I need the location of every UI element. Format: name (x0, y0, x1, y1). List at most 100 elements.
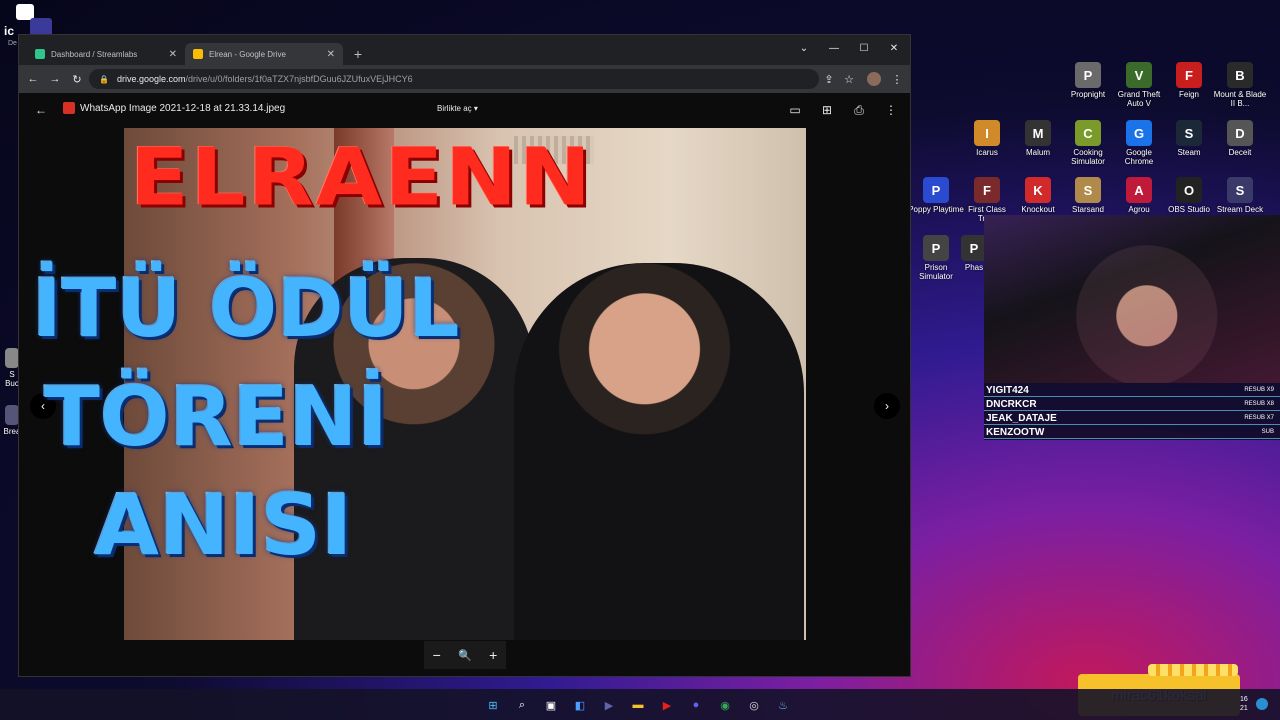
zoom-controls: − 🔍 + (424, 641, 506, 669)
subscriber-row: YIGIT424 RESUB X9 (984, 384, 1280, 397)
minimize-button[interactable]: — (819, 37, 849, 59)
thumbnail-line-3: TÖRENİ (44, 370, 388, 465)
add-comment-icon[interactable]: ⊞ (817, 100, 837, 120)
app-icon: S (1075, 177, 1101, 203)
app-icon: S (1227, 177, 1253, 203)
bookmark-star-icon[interactable]: ☆ (841, 71, 857, 87)
obs-icon[interactable]: ◎ (745, 696, 763, 714)
youtube-studio-icon[interactable]: ▶ (658, 696, 676, 714)
chrome-icon[interactable]: ◉ (716, 696, 734, 714)
desktop-icon[interactable]: P Propnight (1060, 62, 1116, 99)
app-icon (5, 405, 19, 425)
app-icon: F (1176, 62, 1202, 88)
subscriber-tier: SUB (1261, 429, 1274, 435)
desktop-icon[interactable]: A Agrou (1111, 177, 1167, 214)
tab-google-drive[interactable]: Elrean - Google Drive ✕ (185, 43, 343, 65)
subscriber-name: KENZOOTW (986, 426, 1045, 438)
desktop-icon-label: Knockout (1021, 205, 1055, 214)
lock-icon: 🔒 (99, 74, 109, 84)
desktop-icon[interactable]: F Feign (1161, 62, 1217, 99)
app-icon: V (1126, 62, 1152, 88)
steam-icon[interactable]: ♨ (774, 696, 792, 714)
desktop-icon[interactable]: V Grand Theft Auto V (1111, 62, 1167, 108)
corner-label: ic (4, 24, 15, 38)
file-explorer-icon[interactable]: ▬ (629, 696, 647, 714)
desktop-icon[interactable]: D Deceit (1212, 120, 1268, 157)
tab-close-icon[interactable]: ✕ (327, 49, 335, 60)
crown-decoration (1148, 664, 1238, 676)
browser-window[interactable]: Dashboard / Streamlabs ✕ Elrean - Google… (18, 34, 911, 677)
close-button[interactable]: ✕ (879, 37, 909, 59)
desktop-icon[interactable]: K Knockout (1010, 177, 1066, 214)
add-to-folder-icon[interactable]: ▭ (785, 100, 805, 120)
webcam-overlay (984, 215, 1280, 383)
viewer-toolbar: ← WhatsApp Image 2021-12-18 at 21.33.14.… (19, 93, 910, 127)
app-icon: F (974, 177, 1000, 203)
share-icon[interactable]: ⇪ (821, 71, 837, 87)
file-name: WhatsApp Image 2021-12-18 at 21.33.14.jp… (80, 103, 286, 114)
thumbnail-line-4: ANISI (94, 476, 353, 574)
desktop-icon[interactable]: I Icarus (959, 120, 1015, 157)
tab-bar: Dashboard / Streamlabs ✕ Elrean - Google… (19, 35, 910, 65)
app-icon: I (974, 120, 1000, 146)
clock[interactable]: 16 21 (1240, 695, 1248, 713)
zoom-in-button[interactable]: + (489, 647, 497, 663)
desktop-icon-label: Stream Deck (1216, 205, 1264, 214)
tab-close-icon[interactable]: ✕ (169, 49, 177, 60)
desktop-icon[interactable]: M Malum (1010, 120, 1066, 157)
open-with-button[interactable]: Birlikte aç ▾ (437, 104, 478, 113)
app-icon: P (1075, 62, 1101, 88)
streamlabs-favicon (35, 49, 45, 59)
desktop-icon[interactable]: S Starsand (1060, 177, 1116, 214)
desktop-icon[interactable]: O OBS Studio (1161, 177, 1217, 214)
desktop-icon[interactable]: S Stream Deck (1212, 177, 1268, 214)
task-view-icon[interactable]: ▣ (542, 696, 560, 714)
subscriber-row: JEAK_DATAJE RESUB X7 (984, 412, 1280, 425)
app-icon: M (1025, 120, 1051, 146)
photo-person-right (514, 263, 804, 640)
widgets-icon[interactable]: ◧ (571, 696, 589, 714)
tab-label: Dashboard / Streamlabs (51, 49, 138, 59)
desktop-icon-label: Cooking Simulator (1071, 148, 1105, 166)
tab-search-icon[interactable]: ⌄ (789, 37, 819, 59)
url-input[interactable]: 🔒 drive.google.com /drive/u/0/folders/1f… (89, 69, 819, 89)
app-icon: K (1025, 177, 1051, 203)
desktop-icon-label: Malum (1025, 148, 1050, 157)
desktop-icon[interactable]: P Poppy Playtime (908, 177, 964, 214)
desktop-icon[interactable]: G Google Chrome (1111, 120, 1167, 166)
desktop-icon-label: Propnight (1070, 90, 1106, 99)
desktop-icon-label: Starsand (1071, 205, 1105, 214)
app-icon: O (1176, 177, 1202, 203)
forward-icon[interactable]: → (47, 71, 63, 87)
next-image-button[interactable]: › (874, 393, 900, 419)
zoom-icon[interactable]: 🔍 (458, 649, 472, 662)
subscriber-tier: RESUB X7 (1244, 415, 1274, 421)
back-icon[interactable]: ← (25, 71, 41, 87)
print-icon[interactable]: ⎙ (849, 100, 869, 120)
subscriber-name: DNCRKCR (986, 398, 1037, 410)
search-icon[interactable]: ⌕ (513, 696, 531, 714)
desktop-icon-label: Deceit (1228, 148, 1252, 157)
maximize-button[interactable]: ☐ (849, 37, 879, 59)
notification-icon[interactable] (1256, 698, 1268, 710)
tab-streamlabs[interactable]: Dashboard / Streamlabs ✕ (27, 43, 185, 65)
app-icon (5, 348, 19, 368)
subscriber-name: YIGIT424 (986, 384, 1029, 396)
reload-icon[interactable]: ↻ (69, 71, 85, 87)
discord-icon[interactable]: ● (687, 696, 705, 714)
menu-icon[interactable]: ⋮ (889, 71, 905, 87)
new-tab-button[interactable]: + (347, 43, 369, 65)
windows-start-icon[interactable]: ⊞ (484, 696, 502, 714)
desktop-icon[interactable]: B Mount & Blade II B... (1212, 62, 1268, 108)
thumbnail-title-red: ELRAENN (130, 132, 594, 224)
clock-date: 21 (1240, 705, 1248, 712)
desktop-icon[interactable]: S Steam (1161, 120, 1217, 157)
desktop-icon-label: OBS Studio (1168, 205, 1210, 214)
teams-icon[interactable]: ▶ (600, 696, 618, 714)
back-arrow-icon[interactable]: ← (31, 100, 51, 120)
more-options-icon[interactable]: ⋮ (881, 100, 901, 120)
profile-avatar[interactable] (867, 72, 881, 86)
zoom-out-button[interactable]: − (433, 647, 441, 663)
subscriber-row: DNCRKCR RESUB X8 (984, 398, 1280, 411)
desktop-icon[interactable]: C Cooking Simulator (1060, 120, 1116, 166)
